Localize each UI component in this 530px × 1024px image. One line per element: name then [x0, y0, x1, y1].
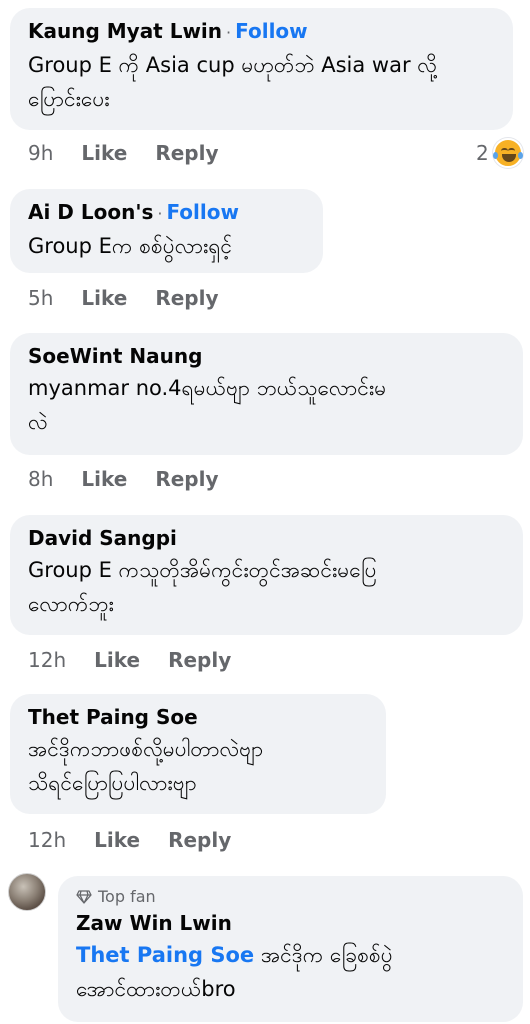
reaction-summary[interactable]: 2: [476, 138, 523, 168]
reply-button[interactable]: Reply: [168, 648, 231, 672]
comment-actions: 5h Like Reply: [28, 286, 219, 310]
comment-actions: 8h Like Reply: [28, 467, 219, 491]
comment-bubble: Kaung Myat Lwin · Follow Group E ကို Asia …: [10, 8, 513, 130]
reply-button[interactable]: Reply: [168, 828, 231, 852]
reply-bubble: Top fan Zaw Win Lwin Thet Paing Soe အင်ဒ…: [58, 876, 523, 1022]
mention-link[interactable]: Thet Paing Soe: [76, 943, 254, 967]
comment-text: Group E ကသူတိုအိမ်ကွင်းတွင်အဆင်းမပြေ လော…: [28, 553, 505, 621]
comment-bubble: David Sangpi Group E ကသူတိုအိမ်ကွင်းတွင်…: [10, 515, 523, 635]
comment-text: Group E ကို Asia cup မဟုတ်ဘဲ Asia war လိ…: [28, 48, 495, 116]
author-line: SoeWint Naung: [28, 343, 505, 369]
follow-button[interactable]: Follow: [235, 19, 308, 43]
like-button[interactable]: Like: [94, 828, 140, 852]
avatar[interactable]: [8, 873, 46, 911]
comment-text-line: ပြောင်းပေး: [28, 87, 110, 111]
comment-actions: 12h Like Reply: [28, 828, 231, 852]
author-name[interactable]: SoeWint Naung: [28, 344, 202, 368]
author-name[interactable]: Zaw Win Lwin: [76, 911, 232, 935]
comment-text-line: လောက်ဘူး: [28, 592, 114, 616]
comment-bubble: SoeWint Naung myanmar no.4ရမယ်ဗျာ ဘယ်သူလ…: [10, 333, 523, 455]
comment-time[interactable]: 9h: [28, 141, 53, 165]
comment-text-line: myanmar no.4ရမယ်ဗျာ ဘယ်သူလောင်းမ: [28, 376, 387, 400]
author-name[interactable]: David Sangpi: [28, 526, 177, 550]
reply-button[interactable]: Reply: [155, 141, 218, 165]
author-name[interactable]: Thet Paing Soe: [28, 705, 198, 729]
like-button[interactable]: Like: [94, 648, 140, 672]
author-line: Zaw Win Lwin: [76, 910, 505, 936]
reply-button[interactable]: Reply: [155, 467, 218, 491]
comment-text-line: လဲ: [28, 410, 48, 434]
laughing-emoji-icon: [492, 138, 523, 168]
like-button[interactable]: Like: [81, 286, 127, 310]
author-line: Thet Paing Soe: [28, 704, 368, 730]
comment-text-line: Group Eက စစ်ပွဲလားရှင့်: [28, 234, 233, 258]
reply-text-line: အောင်ထားတယ်bro: [76, 977, 236, 1001]
comment-text-line: အင်ဒိုကဘာဖစ်လို့မပါတာလဲဗျာ: [28, 737, 264, 761]
comment-text-line: သိရင်ပြောပြပါလားဗျာ: [28, 771, 197, 795]
separator-dot: ·: [226, 23, 232, 42]
author-line: Kaung Myat Lwin · Follow: [28, 18, 495, 46]
comment-time[interactable]: 8h: [28, 467, 53, 491]
reply-text-segment: အင်ဒိုက ခြေစစ်ပွဲ: [254, 943, 393, 967]
comment-bubble: Thet Paing Soe အင်ဒိုကဘာဖစ်လို့မပါတာလဲဗျ…: [10, 694, 386, 814]
comment-time[interactable]: 12h: [28, 648, 66, 672]
comment-time[interactable]: 5h: [28, 286, 53, 310]
follow-button[interactable]: Follow: [166, 200, 239, 224]
comment-text-line: Group E ကို Asia cup မဟုတ်ဘဲ Asia war လိ…: [28, 53, 437, 77]
comment-text: အင်ဒိုကဘာဖစ်လို့မပါတာလဲဗျာ သိရင်ပြောပြပါ…: [28, 732, 368, 800]
like-button[interactable]: Like: [81, 141, 127, 165]
comment-actions: 12h Like Reply: [28, 648, 231, 672]
author-line: Ai D Loon's · Follow: [28, 199, 305, 227]
diamond-icon: [76, 890, 92, 904]
comment-text: myanmar no.4ရမယ်ဗျာ ဘယ်သူလောင်းမ လဲ: [28, 371, 505, 439]
author-line: David Sangpi: [28, 525, 505, 551]
comment-time[interactable]: 12h: [28, 828, 66, 852]
author-name[interactable]: Kaung Myat Lwin: [28, 19, 222, 43]
comment-bubble: Ai D Loon's · Follow Group Eက စစ်ပွဲလားရှင…: [10, 189, 323, 273]
like-button[interactable]: Like: [81, 467, 127, 491]
reply-button[interactable]: Reply: [155, 286, 218, 310]
reaction-count: 2: [476, 141, 489, 165]
separator-dot: ·: [157, 204, 163, 223]
reply-text: Thet Paing Soe အင်ဒိုက ခြေစစ်ပွဲ အောင်ထာ…: [76, 938, 505, 1006]
comment-actions: 9h Like Reply: [28, 141, 219, 165]
badge-label: Top fan: [98, 887, 156, 906]
comment-text: Group Eက စစ်ပွဲလားရှင့်: [28, 229, 305, 263]
top-fan-badge: Top fan: [76, 886, 505, 908]
author-name[interactable]: Ai D Loon's: [28, 200, 153, 224]
comment-text-line: Group E ကသူတိုအိမ်ကွင်းတွင်အဆင်းမပြေ: [28, 558, 377, 582]
